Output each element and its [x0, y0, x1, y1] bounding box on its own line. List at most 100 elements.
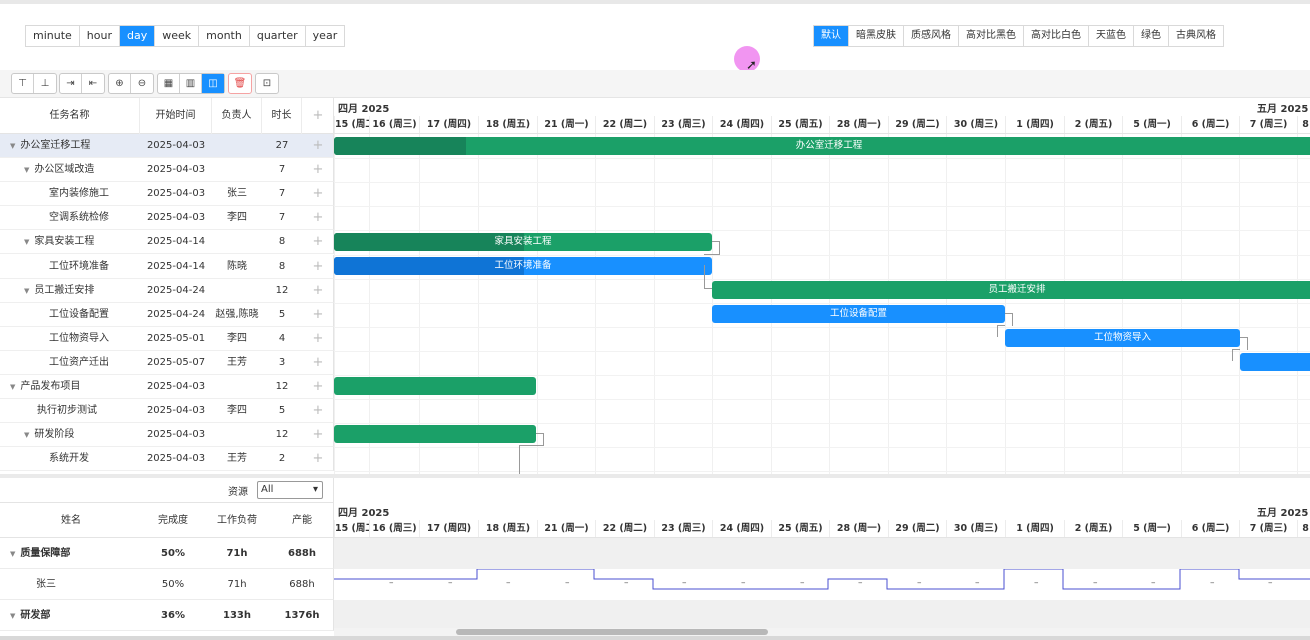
bar-office-move[interactable]: 办公室迁移工程: [334, 137, 1310, 155]
view-mode-month[interactable]: month: [199, 26, 250, 46]
resource-name: 研发部: [20, 610, 51, 621]
bar-supplies[interactable]: 工位物资导入: [1005, 329, 1240, 347]
header-workload[interactable]: 工作负荷: [204, 503, 270, 539]
resource-group-row[interactable]: ▼ 研发部 36% 133h 1376h: [0, 600, 334, 631]
expand-caret-icon[interactable]: ▼: [10, 383, 15, 391]
bar-furniture[interactable]: 家具安装工程: [334, 233, 712, 251]
task-row[interactable]: ▼ 家具安装工程 2025-04-14 8 +: [0, 230, 334, 255]
task-row[interactable]: 工位环境准备 2025-04-14 陈晓 8 +: [0, 254, 334, 279]
align-bottom-icon[interactable]: ⊥: [34, 74, 56, 93]
add-subtask-button[interactable]: +: [302, 134, 334, 158]
bar-workspace-prep[interactable]: 工位环境准备: [334, 257, 712, 275]
view-mode-minute[interactable]: minute: [26, 26, 80, 46]
add-subtask-button[interactable]: +: [302, 255, 334, 279]
split-icon[interactable]: ◫: [202, 74, 224, 93]
theme-button-2[interactable]: 质感风格: [904, 26, 959, 46]
add-subtask-button[interactable]: +: [302, 230, 334, 254]
align-top-icon[interactable]: ⊤: [12, 74, 34, 93]
task-row[interactable]: 工位设备配置 2025-04-24 赵强,陈晓 5 +: [0, 302, 334, 327]
view-mode-quarter[interactable]: quarter: [249, 26, 306, 46]
resource-group-row[interactable]: ▼ 质量保障部 50% 71h 688h: [0, 538, 334, 569]
add-subtask-button[interactable]: +: [302, 158, 334, 182]
timeline-day-header: 2 (周五): [1064, 116, 1122, 133]
resource-select[interactable]: All: [257, 481, 323, 499]
view-mode-year[interactable]: year: [305, 26, 345, 46]
timeline-day-header: 7 (周三): [1239, 116, 1297, 133]
add-subtask-button[interactable]: +: [302, 206, 334, 230]
add-subtask-button[interactable]: +: [302, 303, 334, 327]
timeline-day-header: 8 (周四): [1297, 116, 1310, 133]
task-row[interactable]: ▼ 产品发布项目 2025-04-03 12 +: [0, 375, 334, 399]
chart-icon[interactable]: ▥: [180, 74, 202, 93]
add-subtask-button[interactable]: +: [302, 279, 334, 303]
task-name: 室内装修施工: [49, 188, 109, 200]
view-mode-week[interactable]: week: [155, 26, 200, 46]
task-row[interactable]: 系统开发 2025-04-03 王芳 2 +: [0, 447, 334, 472]
theme-button-6[interactable]: 绿色: [1134, 26, 1169, 46]
task-owner: 李四: [227, 212, 247, 224]
add-subtask-button[interactable]: +: [302, 351, 334, 375]
grid-icon[interactable]: ▦: [158, 74, 180, 93]
add-column-button[interactable]: +: [302, 98, 334, 134]
view-mode-day[interactable]: day: [120, 26, 156, 46]
theme-button-1[interactable]: 暗黑皮肤: [849, 26, 904, 46]
task-row[interactable]: 工位物资导入 2025-05-01 李四 4 +: [0, 326, 334, 351]
add-subtask-button[interactable]: +: [302, 399, 334, 423]
add-subtask-button[interactable]: +: [302, 182, 334, 206]
task-row[interactable]: ▼ 办公区域改造 2025-04-03 7 +: [0, 158, 334, 183]
scrollbar-thumb[interactable]: [456, 629, 768, 635]
add-subtask-button[interactable]: +: [302, 447, 334, 471]
add-subtask-button[interactable]: +: [302, 327, 334, 351]
bar-equipment[interactable]: 工位设备配置: [712, 305, 1005, 323]
indent-icon[interactable]: ⇥: [60, 74, 82, 93]
outdent-icon[interactable]: ⇤: [82, 74, 104, 93]
theme-button-0[interactable]: 默认: [814, 26, 849, 46]
task-row[interactable]: ▼ 办公室迁移工程 2025-04-03 27 +: [0, 134, 334, 158]
header-duration[interactable]: 时长: [262, 98, 302, 134]
expand-caret-icon[interactable]: ▼: [24, 431, 29, 439]
header-capacity[interactable]: 产能: [270, 503, 334, 539]
task-row[interactable]: 空调系统检修 2025-04-03 李四 7 +: [0, 206, 334, 231]
task-name-cell: ▼ 研发阶段: [24, 423, 154, 447]
header-resource-name[interactable]: 姓名: [0, 503, 142, 539]
theme-button-7[interactable]: 古典风格: [1169, 26, 1223, 46]
theme-button-5[interactable]: 天蓝色: [1089, 26, 1134, 46]
header-start-time[interactable]: 开始时间: [140, 98, 212, 134]
bar-assets[interactable]: 工: [1240, 353, 1310, 371]
theme-button-4[interactable]: 高对比白色: [1024, 26, 1089, 46]
task-row[interactable]: 执行初步测试 2025-04-03 李四 5 +: [0, 399, 334, 424]
bar-product-launch[interactable]: [334, 377, 536, 395]
add-subtask-button[interactable]: +: [302, 423, 334, 447]
row-gridline: [334, 447, 1310, 449]
header-task-name[interactable]: 任务名称: [0, 98, 140, 134]
expand-caret-icon[interactable]: ▼: [10, 550, 15, 558]
expand-caret-icon[interactable]: ▼: [24, 238, 29, 246]
delete-icon[interactable]: 🗑: [229, 74, 251, 93]
resource-row[interactable]: 张三 50% 71h 688h: [0, 569, 334, 600]
expand-caret-icon[interactable]: ▼: [24, 287, 29, 295]
view-mode-hour[interactable]: hour: [79, 26, 120, 46]
row-gridline: [334, 326, 1310, 328]
header-completion[interactable]: 完成度: [142, 503, 204, 539]
task-duration: 12: [275, 381, 289, 392]
zoom-out-icon[interactable]: ⊖: [131, 74, 153, 93]
resource-timeline-day-header: 29 (周二): [888, 520, 946, 537]
bar-rd-phase[interactable]: [334, 425, 536, 443]
task-duration: 12: [275, 429, 289, 441]
row-gridline: [334, 254, 1310, 256]
task-row[interactable]: ▼ 员工搬迁安排 2025-04-24 12 +: [0, 278, 334, 303]
task-row[interactable]: 室内装修施工 2025-04-03 张三 7 +: [0, 182, 334, 207]
expand-caret-icon[interactable]: ▼: [24, 166, 29, 174]
expand-caret-icon[interactable]: ▼: [10, 612, 15, 620]
theme-button-3[interactable]: 高对比黑色: [959, 26, 1024, 46]
task-row[interactable]: ▼ 研发阶段 2025-04-03 12 +: [0, 423, 334, 448]
fit-icon[interactable]: ⊡: [256, 74, 278, 93]
add-subtask-button[interactable]: +: [302, 375, 334, 399]
header-owner[interactable]: 负责人: [212, 98, 262, 134]
horizontal-scrollbar[interactable]: [334, 628, 1310, 636]
expand-caret-icon[interactable]: ▼: [10, 142, 15, 150]
task-name-cell: ▼ 产品发布项目: [10, 375, 140, 399]
bar-relocation[interactable]: 员工搬迁安排: [712, 281, 1310, 299]
zoom-in-icon[interactable]: ⊕: [109, 74, 131, 93]
task-row[interactable]: 工位资产迁出 2025-05-07 王芳 3 +: [0, 350, 334, 375]
